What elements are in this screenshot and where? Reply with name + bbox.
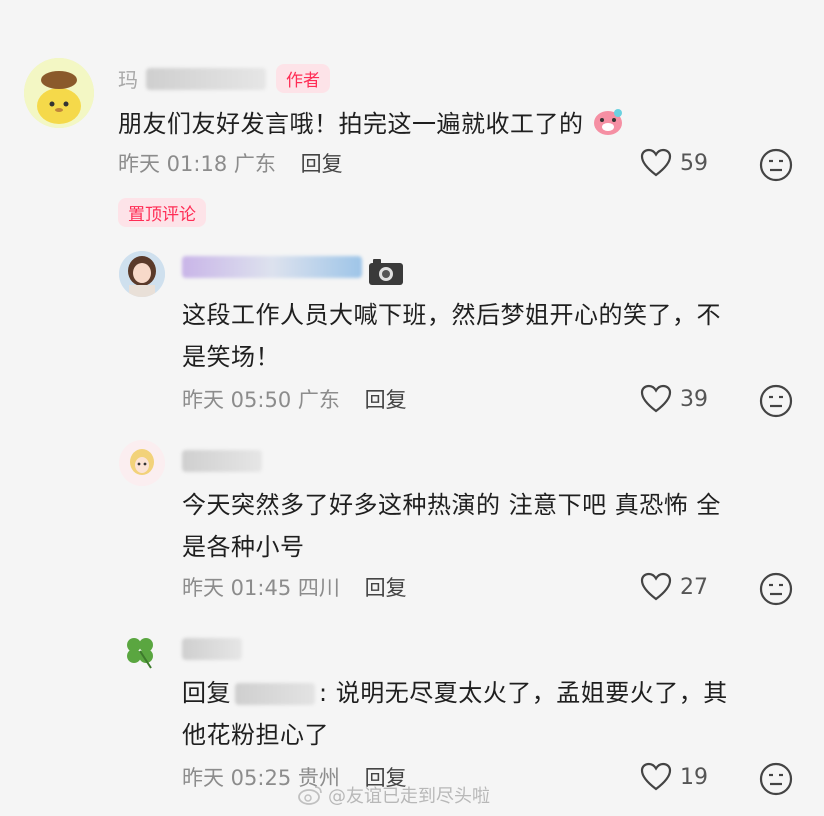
clover-avatar-icon [119,630,161,672]
heart-icon [640,148,672,177]
location: 广东 [233,152,276,176]
location: 四川 [297,576,340,600]
comment-text: 今天突然多了好多这种热演的 注意下吧 真恐怖 全 是各种小号 [182,491,721,561]
heart-icon [640,762,672,791]
pink-pig-emoji-icon [593,109,622,135]
camera-icon [369,259,403,285]
reply-button[interactable]: 回复 [301,152,343,176]
location: 广东 [297,388,340,412]
timestamp: 昨天 01:18 [118,152,228,176]
comment-text: 朋友们友好发言哦！拍完这一遍就收工了的 [118,103,624,145]
comment-meta: 昨天 01:45 四川 回复 [182,572,407,602]
avatar[interactable] [24,58,94,128]
emoji-face-icon[interactable] [759,148,793,182]
timestamp: 昨天 01:45 [182,576,292,600]
reply-button[interactable]: 回复 [365,576,407,600]
like-count: 19 [680,764,708,790]
pompompurin-avatar-icon [24,58,94,128]
like-button[interactable]: 19 [640,762,708,792]
author-badge: 作者 [276,64,330,93]
mentioned-name-redacted [235,683,315,705]
comment-text: 这段工作人员大喊下班，然后梦姐开心的笑了，不 是笑场！ [182,301,721,371]
avatar[interactable] [119,440,165,486]
timestamp: 昨天 05:50 [182,388,292,412]
emoji-face-icon[interactable] [759,384,793,418]
pinned-comment-badge: 置顶评论 [118,198,206,227]
timestamp: 昨天 05:25 [182,766,292,790]
like-button[interactable]: 59 [640,148,708,178]
reply-prefix: 回复 [182,679,231,707]
like-count: 39 [680,386,708,412]
reply-button[interactable]: 回复 [365,388,407,412]
avatar[interactable] [119,630,161,672]
heart-icon [640,572,672,601]
girl-avatar-icon [119,251,165,297]
like-button[interactable]: 27 [640,572,708,602]
commenter-name-redacted [182,450,262,472]
commenter-name-redacted [182,256,362,278]
like-count: 27 [680,574,708,600]
weibo-icon [298,786,322,805]
commenter-name[interactable]: 玛 [118,64,138,93]
emoji-face-icon[interactable] [759,572,793,606]
watermark: @友谊已走到尽头啦 [298,782,490,808]
emoji-face-icon[interactable] [759,762,793,796]
avatar[interactable] [119,251,165,297]
commenter-name-redacted [182,638,242,660]
comment-text: 回复: 说明无尽夏太火了，孟姐要火了，其 他花粉担心了 [182,679,728,749]
like-button[interactable]: 39 [640,384,708,414]
heart-icon [640,384,672,413]
commenter-name-redacted [146,68,266,90]
like-count: 59 [680,150,708,176]
comment-meta: 昨天 05:50 广东 回复 [182,384,407,414]
comment-meta: 昨天 01:18 广东 回复 [118,148,343,178]
anime-girl-avatar-icon [119,440,165,486]
